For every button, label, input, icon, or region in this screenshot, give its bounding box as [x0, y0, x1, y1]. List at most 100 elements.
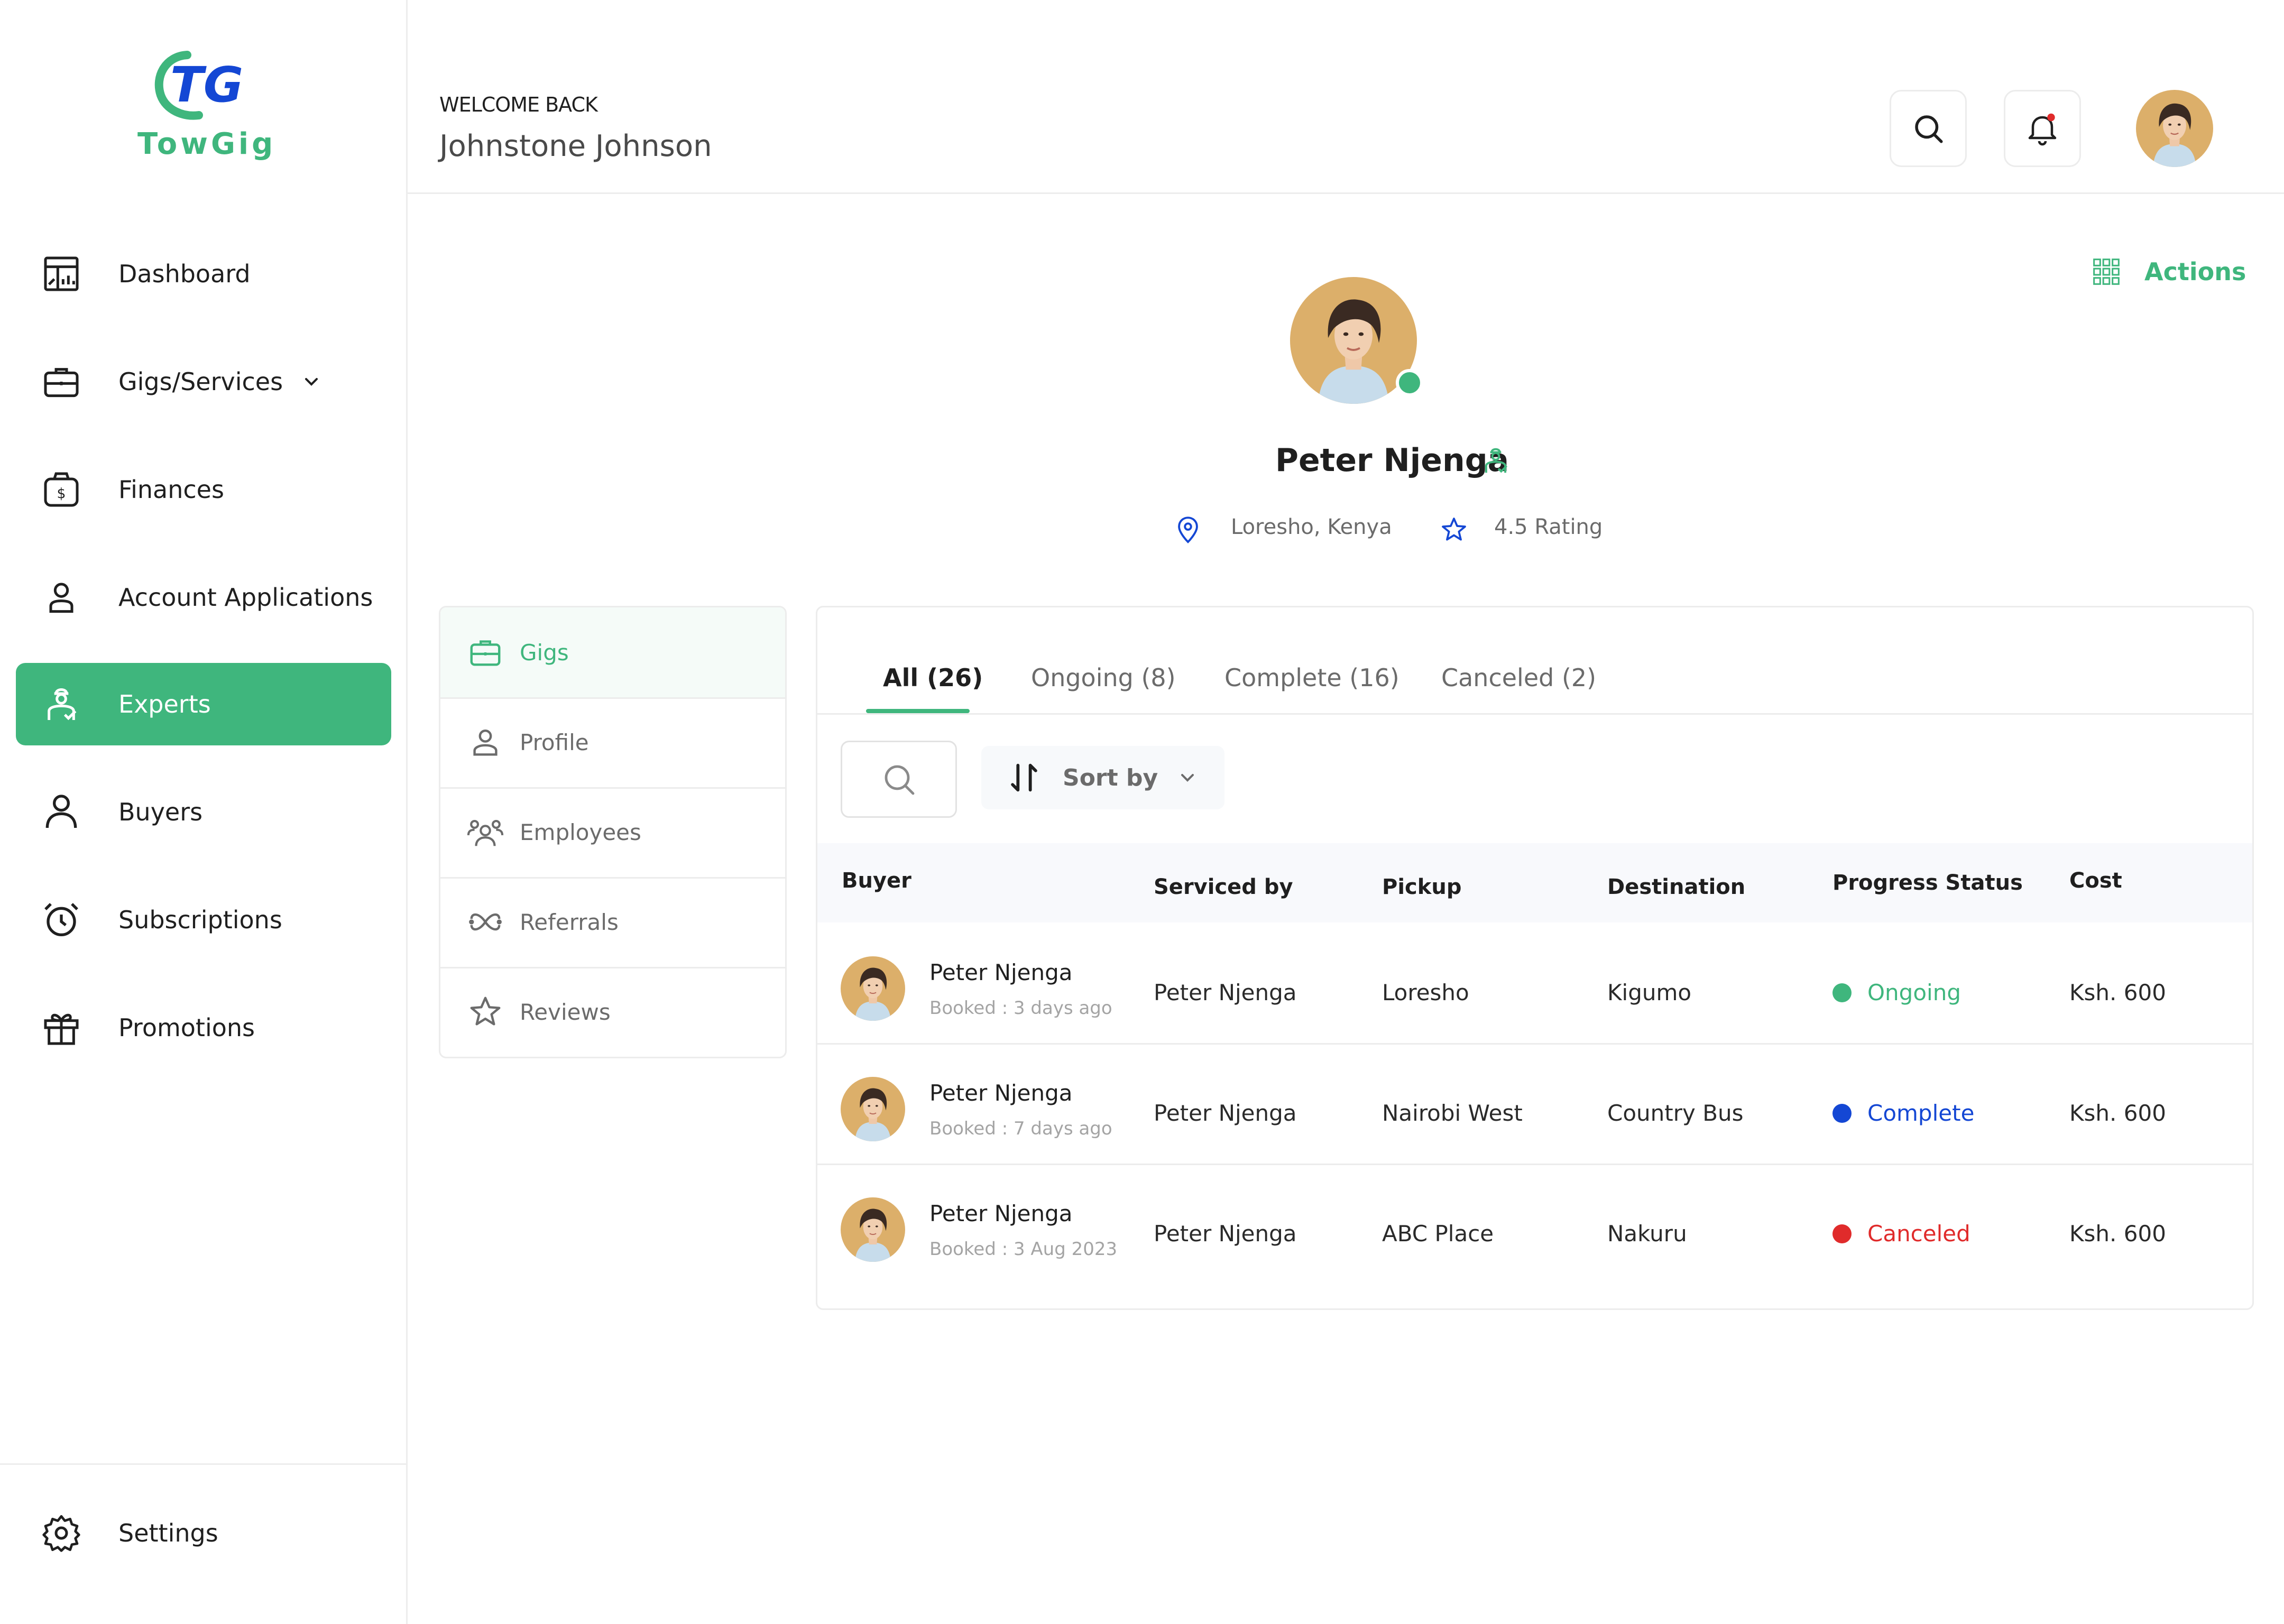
- expert-icon: [48, 688, 77, 721]
- sidebar-item-label: Buyers: [118, 798, 203, 826]
- profile-submenu: Gigs Profile Employees Referrals Reviews: [439, 606, 787, 1058]
- notification-dot: [2047, 113, 2055, 122]
- alarm-clock-icon: [44, 903, 78, 936]
- gigs-card: All (26) Ongoing (8) Complete (16) Cance…: [816, 606, 2254, 1310]
- destination: Nakuru: [1607, 1221, 1687, 1247]
- profile-location: Loresho, Kenya: [1231, 515, 1392, 539]
- cost: Ksh. 600: [2069, 1100, 2166, 1126]
- sidebar-item-promotions[interactable]: Promotions: [16, 986, 391, 1069]
- user-icon: [49, 583, 73, 613]
- sidebar-item-experts[interactable]: Experts: [16, 663, 391, 745]
- towgig-logo-icon[interactable]: TG: [150, 44, 256, 124]
- search-icon: [1915, 115, 1943, 143]
- sidebar-item-label: Finances: [118, 475, 224, 504]
- person-icon: [45, 795, 77, 828]
- column-header-buyer: Buyer: [842, 869, 911, 893]
- tab-all[interactable]: All (26): [883, 663, 983, 692]
- tab-ongoing[interactable]: Ongoing (8): [1031, 663, 1176, 692]
- submenu-item-referrals[interactable]: Referrals: [440, 877, 785, 968]
- profile-name: Peter Njenga: [1275, 442, 1509, 479]
- bell-icon: [2028, 113, 2057, 146]
- sidebar-item-label: Settings: [118, 1519, 218, 1547]
- briefcase-icon: [470, 640, 501, 666]
- destination: Country Bus: [1607, 1100, 1744, 1126]
- status-badge: Complete: [1832, 1100, 1974, 1126]
- gift-icon: [44, 1013, 79, 1045]
- actions-label: Actions: [2144, 257, 2246, 286]
- sidebar-item-label: Subscriptions: [118, 906, 282, 934]
- users-icon: [467, 819, 504, 846]
- serviced-by: Peter Njenga: [1154, 1100, 1297, 1126]
- submenu-item-profile[interactable]: Profile: [440, 697, 785, 789]
- svg-text:$: $: [57, 486, 66, 502]
- pickup: ABC Place: [1382, 1221, 1494, 1247]
- briefcase-icon: [44, 368, 79, 398]
- column-header-serviced-by: Serviced by: [1154, 875, 1293, 899]
- table-search-input[interactable]: [841, 741, 957, 818]
- column-header-cost: Cost: [2069, 869, 2122, 893]
- sidebar-item-subscriptions[interactable]: Subscriptions: [16, 879, 391, 961]
- buyer-avatar: [841, 956, 905, 1021]
- buyer-name: Peter Njenga: [929, 959, 1073, 985]
- header-avatar[interactable]: [2136, 90, 2213, 167]
- sidebar-divider: [0, 1463, 406, 1465]
- sidebar-item-label: Experts: [118, 690, 211, 718]
- buyer-name: Peter Njenga: [929, 1201, 1073, 1226]
- destination: Kigumo: [1607, 980, 1692, 1005]
- table-header: Buyer Serviced by Pickup Destination Pro…: [817, 843, 2252, 922]
- status-badge: Canceled: [1832, 1221, 1970, 1247]
- cost: Ksh. 600: [2069, 980, 2166, 1005]
- actions-button[interactable]: Actions: [2092, 257, 2246, 287]
- serviced-by: Peter Njenga: [1154, 980, 1297, 1005]
- serviced-by: Peter Njenga: [1154, 1221, 1297, 1247]
- status-label: Canceled: [1867, 1221, 1970, 1247]
- logo-mark-text: TG: [170, 57, 243, 113]
- sidebar-item-finances[interactable]: $ Finances: [16, 448, 391, 531]
- sidebar-item-settings[interactable]: Settings: [16, 1492, 391, 1574]
- table-row[interactable]: Peter Njenga Booked : 3 Aug 2023 Peter N…: [817, 1164, 2252, 1284]
- submenu-item-gigs[interactable]: Gigs: [440, 607, 785, 699]
- buyer-avatar: [841, 1197, 905, 1262]
- active-tab-indicator: [866, 709, 970, 713]
- sidebar: TG TowGig Dashboard Gigs/Services $ Fina…: [0, 0, 408, 1624]
- dashboard-icon: [44, 256, 79, 291]
- user-icon: [473, 729, 498, 756]
- sidebar-item-gigs-services[interactable]: Gigs/Services: [16, 340, 391, 423]
- sort-by-button[interactable]: Sort by: [981, 746, 1224, 809]
- tab-canceled[interactable]: Canceled (2): [1441, 663, 1596, 692]
- submenu-item-label: Reviews: [520, 999, 611, 1025]
- status-dot: [1832, 1103, 1852, 1123]
- table-row[interactable]: Peter Njenga Booked : 3 days ago Peter N…: [817, 922, 2252, 1045]
- online-status-dot: [1396, 369, 1423, 396]
- status-dot: [1832, 983, 1852, 1002]
- submenu-item-label: Gigs: [520, 639, 569, 666]
- status-label: Complete: [1867, 1100, 1975, 1126]
- submenu-item-label: Profile: [520, 729, 589, 755]
- submenu-item-reviews[interactable]: Reviews: [440, 967, 785, 1057]
- submenu-item-employees[interactable]: Employees: [440, 787, 785, 879]
- tabs-divider: [817, 713, 2252, 715]
- search-button[interactable]: [1890, 90, 1967, 167]
- sidebar-item-buyers[interactable]: Buyers: [16, 771, 391, 853]
- status-label: Ongoing: [1867, 980, 1961, 1005]
- sidebar-item-account-applications[interactable]: Account Applications: [16, 556, 391, 639]
- column-header-pickup: Pickup: [1382, 875, 1462, 899]
- booked-time: Booked : 7 days ago: [929, 1118, 1112, 1139]
- profile-rating: 4.5 Rating: [1494, 515, 1603, 539]
- welcome-text: WELCOME BACK: [439, 93, 598, 116]
- sort-arrows-icon: [1011, 763, 1037, 792]
- notifications-button[interactable]: [2004, 90, 2081, 167]
- chevron-down-icon: [1181, 774, 1194, 782]
- sidebar-item-label: Gigs/Services: [118, 367, 283, 396]
- pickup: Nairobi West: [1382, 1100, 1523, 1126]
- tab-complete[interactable]: Complete (16): [1224, 663, 1399, 692]
- top-header: WELCOME BACK Johnstone Johnson: [408, 0, 2284, 194]
- table-row[interactable]: Peter Njenga Booked : 7 days ago Peter N…: [817, 1043, 2252, 1165]
- star-icon: [1442, 518, 1466, 541]
- booked-time: Booked : 3 Aug 2023: [929, 1239, 1118, 1260]
- column-header-destination: Destination: [1607, 875, 1746, 899]
- search-icon: [885, 765, 915, 795]
- chevron-down-icon[interactable]: [301, 371, 322, 392]
- sidebar-item-dashboard[interactable]: Dashboard: [16, 233, 391, 315]
- submenu-item-label: Employees: [520, 819, 641, 845]
